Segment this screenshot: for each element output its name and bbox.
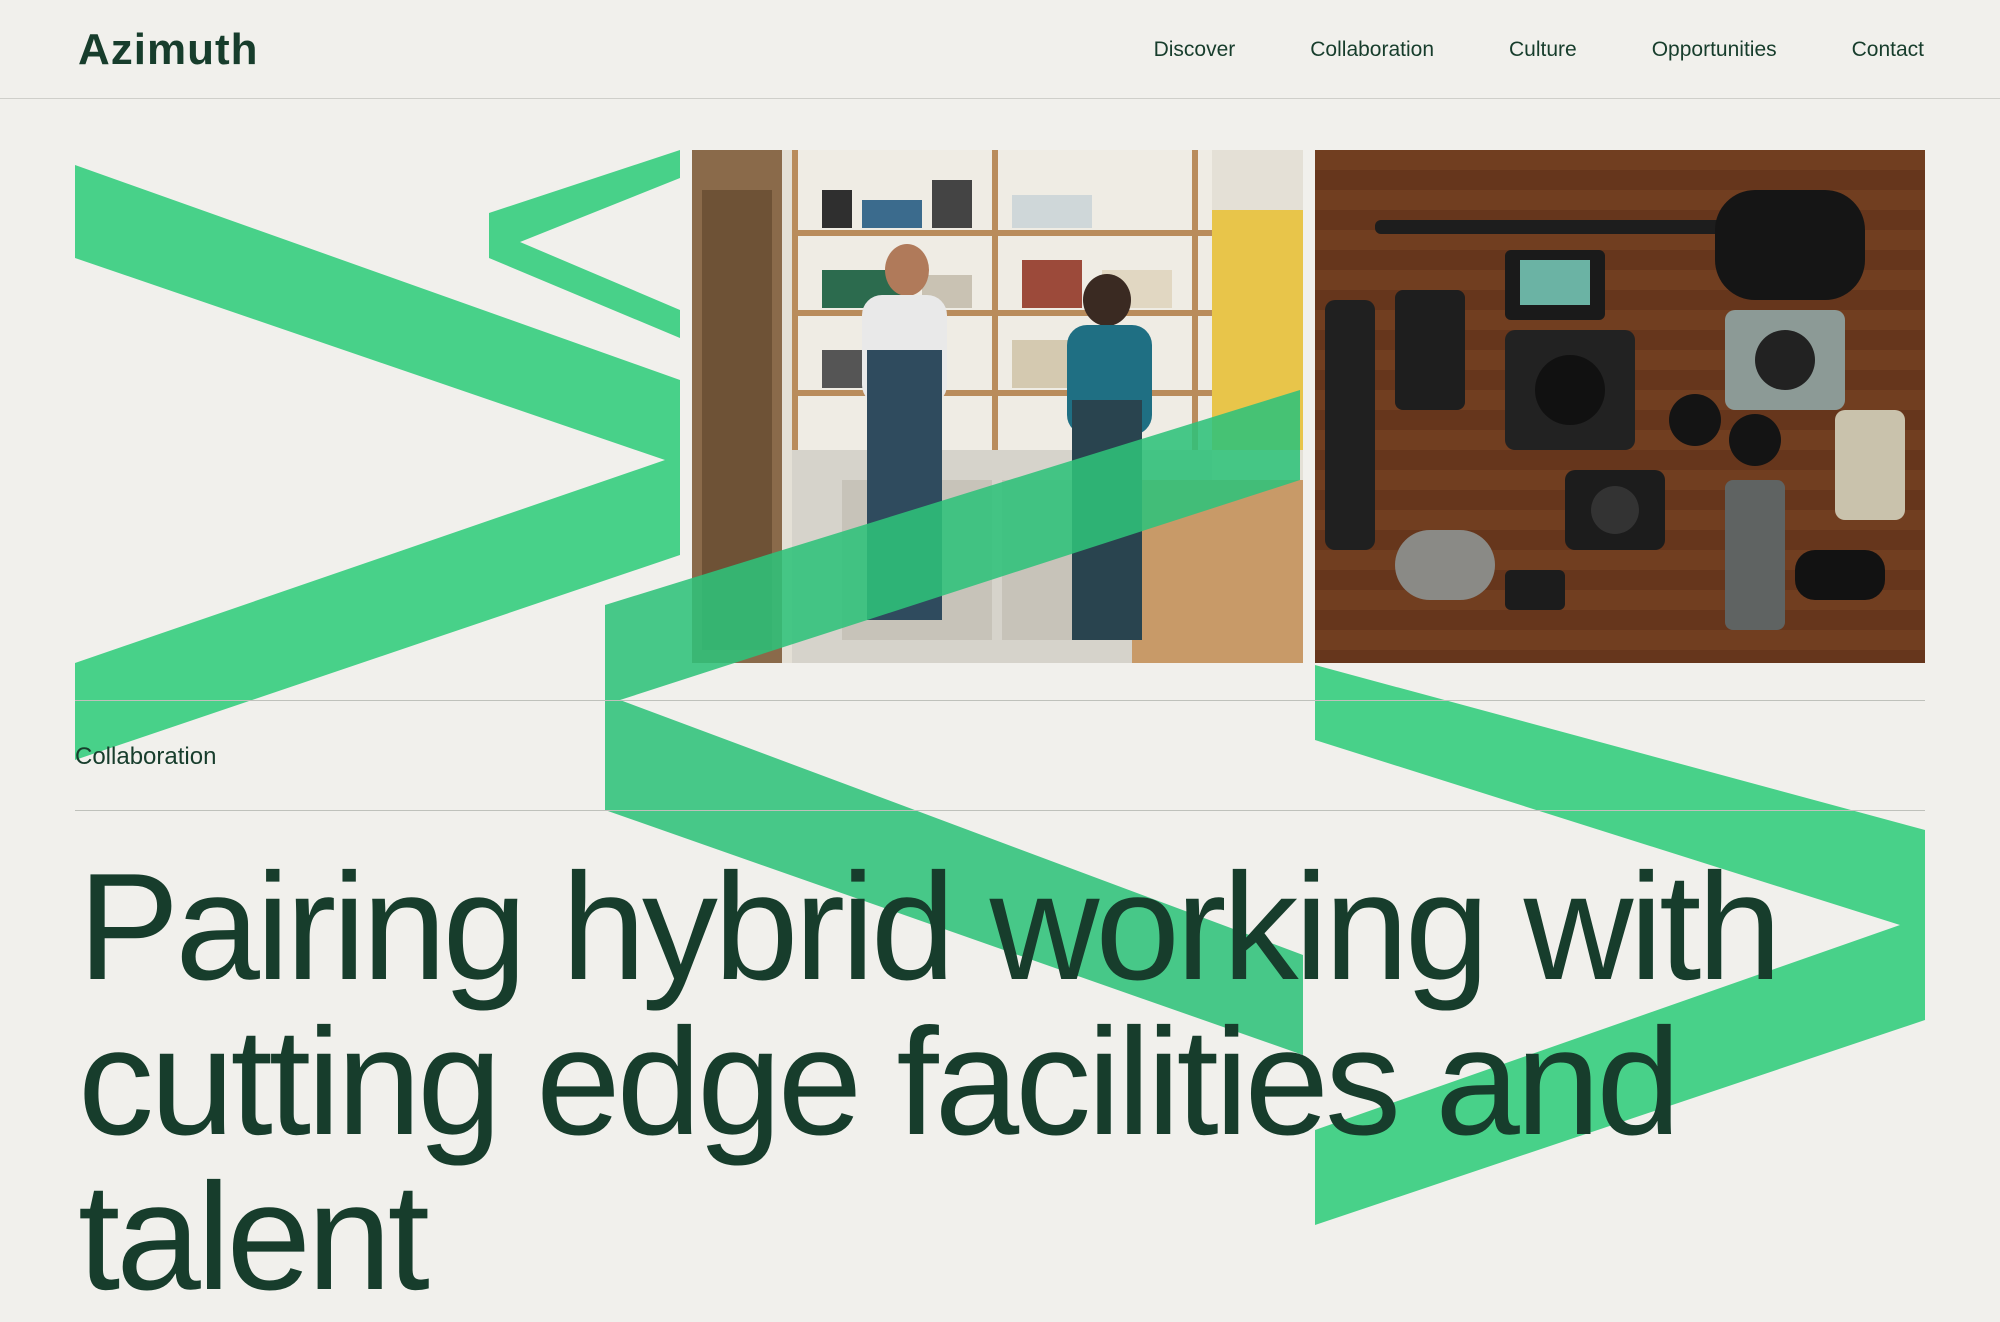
section-divider-top: [75, 700, 1925, 701]
camera-gear-photo: [1315, 150, 1925, 663]
nav-contact[interactable]: Contact: [1852, 36, 1924, 64]
nav-discover[interactable]: Discover: [1154, 36, 1236, 64]
section-label: Collaboration: [75, 743, 217, 770]
main-nav: Discover Collaboration Culture Opportuni…: [1154, 36, 1924, 64]
nav-culture[interactable]: Culture: [1509, 36, 1577, 64]
camera-gear-illustration: [1315, 150, 1925, 663]
logo[interactable]: Azimuth: [78, 22, 259, 78]
workshop-illustration: [692, 150, 1303, 663]
site-header: Azimuth Discover Collaboration Culture O…: [0, 0, 2000, 99]
workshop-photo: [692, 150, 1303, 663]
section-divider-bottom: [75, 810, 1925, 811]
nav-opportunities[interactable]: Opportunities: [1652, 36, 1777, 64]
nav-collaboration[interactable]: Collaboration: [1310, 36, 1434, 64]
small-arrow-shape: [489, 150, 680, 338]
page-headline: Pairing hybrid working with cutting edge…: [78, 842, 1782, 1322]
left-arrow-shape: [75, 165, 680, 760]
